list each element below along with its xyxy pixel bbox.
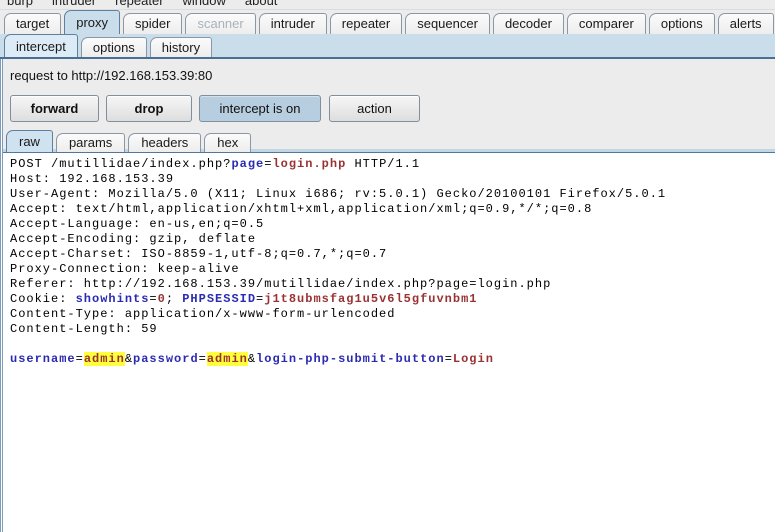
menu-item-burp[interactable]: burp <box>7 0 33 8</box>
request-line: Proxy-Connection: keep-alive <box>10 262 771 277</box>
viewtab-headers[interactable]: headers <box>128 133 201 152</box>
tab-decoder[interactable]: decoder <box>493 13 564 34</box>
request-line: Cookie: showhints=0; PHPSESSID=j1t8ubmsf… <box>10 292 771 307</box>
viewtab-params[interactable]: params <box>56 133 125 152</box>
tab-options[interactable]: options <box>649 13 715 34</box>
action-button[interactable]: action <box>329 95 420 122</box>
tab-comparer[interactable]: comparer <box>567 13 646 34</box>
http-request-text: POST /mutillidae/index.php?page=login.ph… <box>0 153 775 367</box>
tab-spider[interactable]: spider <box>123 13 182 34</box>
tab-sequencer[interactable]: sequencer <box>405 13 490 34</box>
menu-item-about[interactable]: about <box>245 0 278 8</box>
subtab-intercept[interactable]: intercept <box>4 34 78 57</box>
intercept-panel: request to http://192.168.153.39:80 forw… <box>0 59 775 532</box>
request-line: Content-Type: application/x-www-form-url… <box>10 307 771 322</box>
message-view-tab-bar: rawparamsheadershex <box>0 131 775 152</box>
subtab-options[interactable]: options <box>81 37 147 57</box>
tab-target[interactable]: target <box>4 13 61 34</box>
subtab-history[interactable]: history <box>150 37 212 57</box>
forward-button[interactable]: forward <box>10 95 99 122</box>
drop-button[interactable]: drop <box>106 95 192 122</box>
request-line: Accept: text/html,application/xhtml+xml,… <box>10 202 771 217</box>
tab-repeater[interactable]: repeater <box>330 13 402 34</box>
main-tab-bar: targetproxyspiderscannerintruderrepeater… <box>0 10 775 34</box>
tab-intruder[interactable]: intruder <box>259 13 327 34</box>
request-line: Content-Length: 59 <box>10 322 771 337</box>
request-line: Referer: http://192.168.153.39/mutillida… <box>10 277 771 292</box>
request-line: Accept-Charset: ISO-8859-1,utf-8;q=0.7,*… <box>10 247 771 262</box>
menu-bar: burp intruder repeater window about <box>0 0 775 10</box>
request-line: username=admin&password=admin&login-php-… <box>10 352 771 367</box>
menu-item-window[interactable]: window <box>183 0 226 8</box>
request-line: Accept-Encoding: gzip, deflate <box>10 232 771 247</box>
request-editor[interactable]: POST /mutillidae/index.php?page=login.ph… <box>0 152 775 532</box>
intercept-toggle-button[interactable]: intercept is on <box>199 95 321 122</box>
intercept-button-row: forward drop intercept is on action <box>10 95 775 122</box>
intercept-request-info: request to http://192.168.153.39:80 <box>0 59 775 84</box>
tab-alerts[interactable]: alerts <box>718 13 774 34</box>
viewtab-raw[interactable]: raw <box>6 130 53 152</box>
menu-item-intruder[interactable]: intruder <box>52 0 96 8</box>
menu-item-repeater[interactable]: repeater <box>115 0 163 8</box>
request-line: Accept-Language: en-us,en;q=0.5 <box>10 217 771 232</box>
proxy-subtab-bar: interceptoptionshistory <box>0 34 775 59</box>
request-line: POST /mutillidae/index.php?page=login.ph… <box>10 157 771 172</box>
request-line: Host: 192.168.153.39 <box>10 172 771 187</box>
viewtab-hex[interactable]: hex <box>204 133 251 152</box>
tab-scanner[interactable]: scanner <box>185 13 255 34</box>
request-line: User-Agent: Mozilla/5.0 (X11; Linux i686… <box>10 187 771 202</box>
request-line <box>10 337 771 352</box>
tab-proxy[interactable]: proxy <box>64 10 120 34</box>
burp-suite-window: burpintruderrepeaterwindowabout targetpr… <box>0 0 775 532</box>
